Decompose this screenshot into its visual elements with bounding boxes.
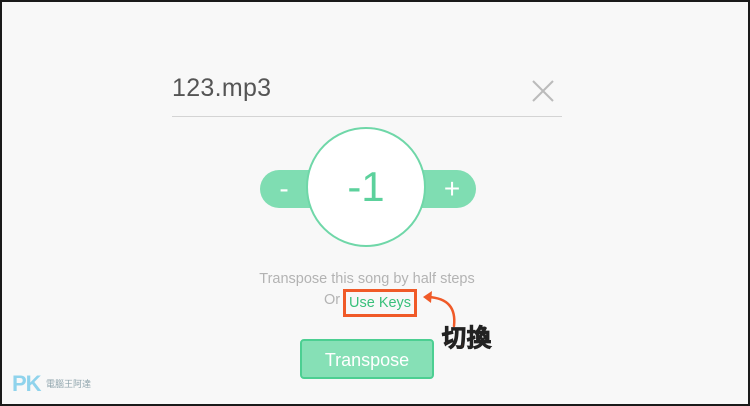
semitone-value-display: -1 (306, 127, 426, 247)
watermark-logo: PK (12, 371, 42, 396)
file-name: 123.mp3 (172, 74, 272, 102)
file-row: 123.mp3 (172, 66, 562, 117)
transpose-hint: Transpose this song by half steps (259, 271, 475, 287)
annotation-label: 切換 (442, 324, 492, 353)
close-icon (532, 80, 554, 102)
use-keys-link[interactable]: Use Keys (343, 289, 418, 317)
decrement-button[interactable]: - (260, 170, 308, 208)
semitone-value: -1 (347, 163, 385, 210)
or-text: Or (324, 292, 341, 308)
app-frame: 123.mp3 - + -1 Transpose this song by ha… (0, 0, 750, 406)
clear-file-button[interactable] (530, 78, 556, 104)
increment-button[interactable]: + (428, 170, 476, 208)
transpose-button[interactable]: Transpose (300, 339, 434, 379)
watermark-subtitle: 電腦王阿達 (46, 379, 92, 389)
